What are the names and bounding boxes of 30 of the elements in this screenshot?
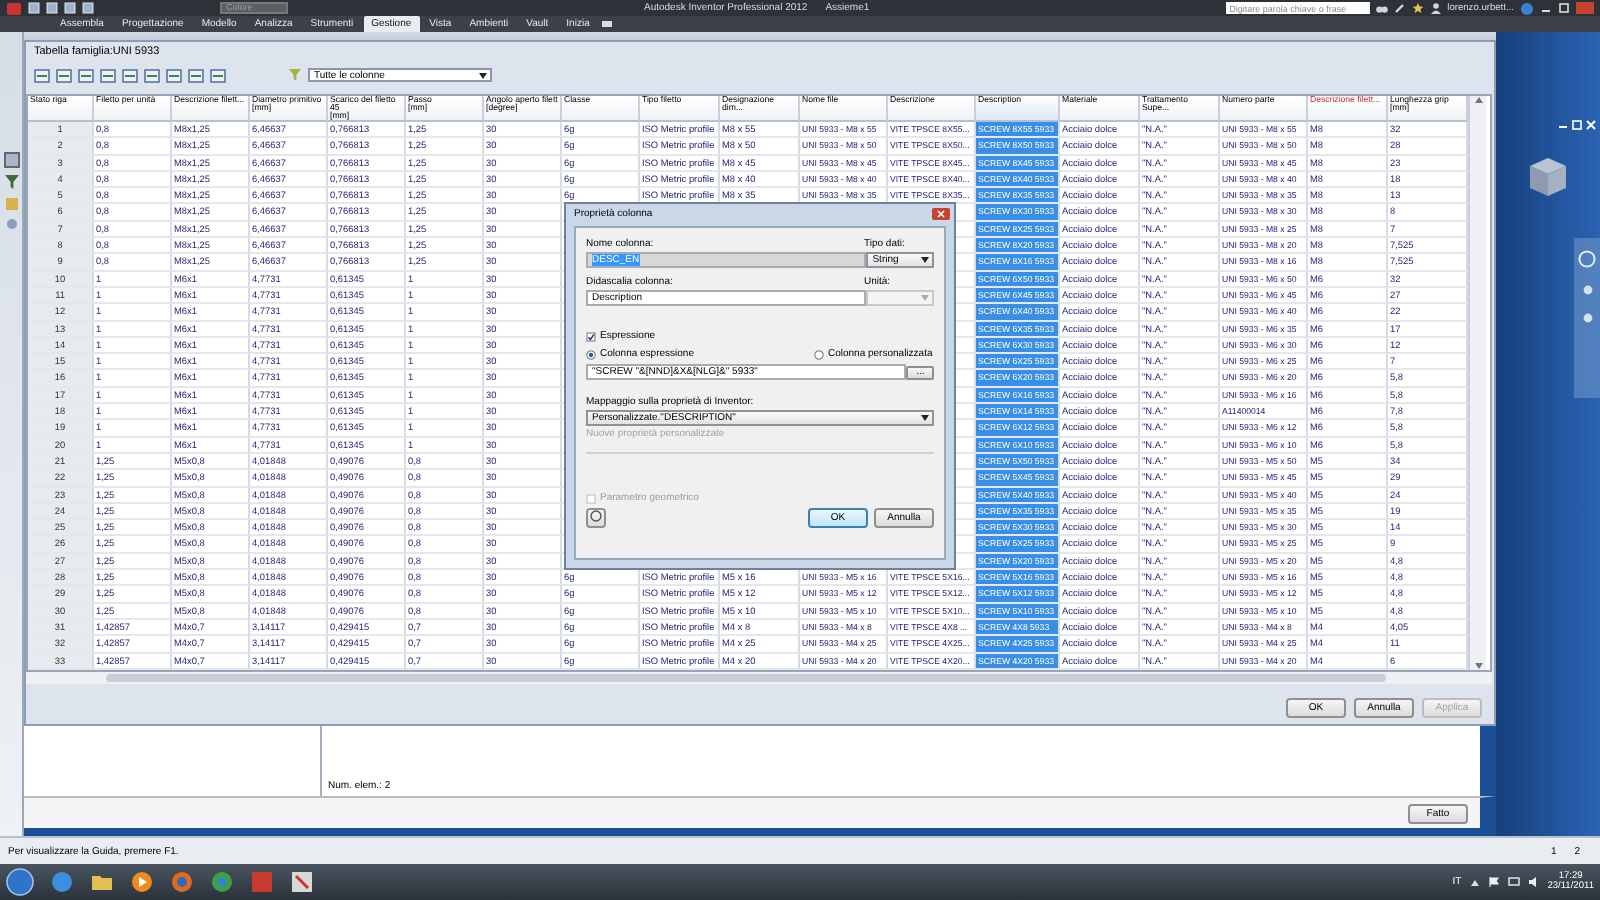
user-icon[interactable] (1429, 2, 1442, 14)
speaker-icon[interactable] (1527, 876, 1540, 888)
media-player-icon[interactable] (130, 870, 154, 894)
cube-icon[interactable] (1526, 154, 1570, 198)
app-logo-icon[interactable] (6, 1, 22, 15)
close-icon[interactable] (1586, 120, 1596, 130)
caret-icon (920, 294, 930, 302)
checkbox-icon[interactable] (586, 331, 596, 341)
vertical-scrollbar[interactable] (1468, 96, 1486, 670)
network-icon[interactable] (1507, 876, 1520, 888)
close-icon[interactable] (932, 208, 950, 220)
restore-icon[interactable] (1572, 120, 1582, 130)
app-icon[interactable] (290, 870, 314, 894)
minimize-icon[interactable] (1558, 120, 1568, 130)
star-icon[interactable] (1411, 2, 1424, 14)
caret-icon (478, 71, 488, 79)
help-button[interactable] (586, 508, 606, 528)
node-icon[interactable] (5, 218, 17, 230)
maximize-icon[interactable] (1557, 2, 1570, 14)
filter-icon[interactable] (3, 174, 19, 190)
flag-icon[interactable] (1487, 876, 1500, 888)
caret-icon (920, 414, 930, 422)
binoculars-icon[interactable] (1375, 2, 1388, 14)
panel-icon[interactable] (3, 152, 19, 168)
radio-icon[interactable] (813, 349, 824, 359)
start-orb-icon[interactable] (6, 868, 34, 896)
scroll-up-icon[interactable] (1473, 96, 1483, 104)
radio-icon[interactable] (586, 349, 596, 359)
show-hidden-icons-icon[interactable] (1469, 877, 1480, 887)
caret-icon (920, 256, 930, 264)
